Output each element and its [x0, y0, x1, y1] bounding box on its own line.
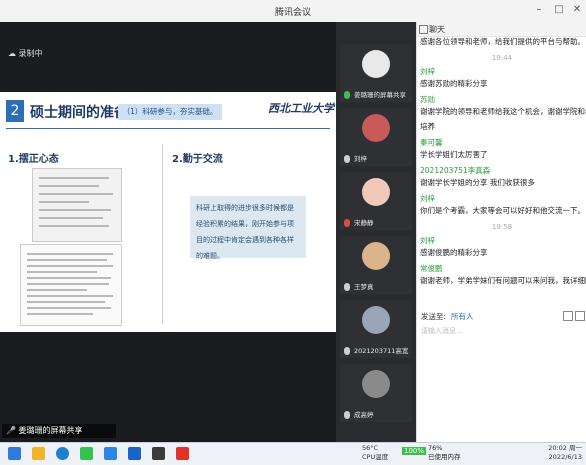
chat-message: 谢谢学院的领导和老师给我这个机会，谢谢学院和老师的: [420, 107, 586, 116]
slide-divider: [6, 128, 330, 129]
participant-tile[interactable]: 刘梓: [340, 108, 412, 166]
mic-icon: [344, 155, 350, 163]
sharing-label-text: 姜璐珊的屏幕共享: [18, 426, 83, 435]
chat-message: 学长学姐们太厉害了: [420, 150, 488, 159]
file-icon[interactable]: [563, 311, 573, 321]
battery-badge: 100%: [402, 447, 427, 455]
system-tray: 56°C CPU温度: [362, 444, 388, 462]
explorer-icon[interactable]: [32, 447, 45, 460]
window-title: 腾讯会议: [274, 8, 311, 18]
more-icon[interactable]: [575, 311, 585, 321]
participant-tile[interactable]: 姜璐珊的屏幕共享: [340, 44, 412, 102]
section-heading-1: 1.摆正心态: [8, 154, 59, 165]
participant-name: 成高婷: [354, 411, 374, 419]
mic-icon: [344, 411, 350, 419]
document-image-1: [32, 168, 122, 242]
participant-name: 2021203711高宽: [354, 347, 409, 355]
slide-tag: （1）科研参与，夯实基础。: [118, 104, 222, 120]
slide-vertical-divider: [162, 144, 163, 324]
app-icon[interactable]: [152, 447, 165, 460]
wechat-icon[interactable]: [80, 447, 93, 460]
maximize-icon[interactable]: □: [552, 4, 566, 16]
avatar: [362, 178, 390, 206]
tencent-meeting-icon[interactable]: [104, 447, 117, 460]
chat-input[interactable]: 请输入消息...: [421, 326, 463, 336]
participant-tile[interactable]: 王梦真: [340, 236, 412, 294]
participant-name: 刘梓: [354, 155, 367, 163]
avatar: [362, 370, 390, 398]
chat-sender: 2021203751李真森: [420, 166, 491, 175]
chat-title: 聊天: [429, 25, 445, 34]
clock-date: 2022/6/13: [548, 453, 582, 461]
chat-message: 感谢俊鹏的精彩分享: [420, 248, 488, 257]
slide-number: 2: [6, 100, 24, 122]
avatar: [362, 50, 390, 78]
mic-off-icon: [344, 219, 350, 227]
document-image-2: [20, 244, 122, 326]
memory-label: 已使用内存: [428, 453, 461, 461]
chat-sender: 秦可馨: [420, 138, 443, 147]
recording-indicator: ☁ 录制中: [8, 48, 43, 59]
cpu-label: CPU温度: [362, 453, 389, 461]
recording-label: 录制中: [18, 49, 43, 58]
windows-start-icon[interactable]: [8, 447, 21, 460]
clock[interactable]: 20:02 周一 2022/6/13: [532, 444, 582, 462]
section-heading-2: 2.勤于交流: [172, 154, 223, 165]
chat-message: 你们是个考霸，大家等会可以好好和他交流一下。: [420, 206, 585, 215]
chat-sender: 刘梓: [420, 236, 435, 245]
slide-title: 硕士期间的准备: [30, 105, 128, 121]
chat-sender: 常俊鹏: [420, 264, 443, 273]
avatar: [362, 306, 390, 334]
recording-icon: ☁: [8, 49, 16, 58]
university-logo: 西北工业大学: [268, 102, 334, 115]
chat-message: 感谢苏勋的精彩分享: [420, 79, 488, 88]
mic-icon: [344, 347, 350, 355]
avatar: [362, 242, 390, 270]
send-to-label: 发送至:: [421, 312, 447, 321]
wps-icon[interactable]: [176, 447, 189, 460]
chat-timestamp: 19:58: [491, 223, 513, 231]
slide-quote-box: 科研上取得的进步很多时候都是经验积累的结果，刚开始参与项目的过程中肯定会遇到各种…: [190, 196, 306, 260]
chat-message: 感谢各位领导和老师，给我们提供的平台与帮助。: [420, 37, 585, 46]
chat-message: 谢谢学长学姐的分享 我们收获很多: [420, 178, 535, 187]
chat-message: 谢谢老师，学弟学妹们有问题可以来问我，我详细回答，: [420, 276, 586, 285]
chat-panel: 聊天 感谢各位领导和老师，给我们提供的平台与帮助。 19:44 刘梓 感谢苏勋的精彩分…: [416, 22, 586, 442]
cpu-temp: 56°C: [362, 444, 379, 452]
close-icon[interactable]: ✕: [570, 4, 584, 16]
chat-sender: 苏勋: [420, 95, 435, 104]
ime-toolbar[interactable]: [486, 418, 582, 436]
send-target-dropdown[interactable]: 所有人: [451, 311, 474, 322]
participant-name: 王梦真: [354, 283, 374, 291]
sharing-label: 🎤 姜璐珊的屏幕共享: [2, 424, 116, 438]
app-icon[interactable]: [128, 447, 141, 460]
mic-icon: 🎤: [6, 426, 16, 435]
chat-timestamp: 19:44: [491, 54, 513, 62]
minimize-icon[interactable]: –: [532, 4, 546, 16]
taskbar: 56°C CPU温度 100% 76% 已使用内存 20:02 周一 2022/…: [0, 442, 586, 465]
avatar: [362, 114, 390, 142]
send-bar: 发送至: 所有人: [417, 308, 586, 324]
chat-icon: [419, 25, 428, 34]
chat-message: 培养: [420, 122, 435, 131]
chat-header: 聊天: [417, 22, 586, 37]
participant-tile[interactable]: 宋静静: [340, 172, 412, 230]
mic-icon: [344, 91, 350, 99]
chat-sender: 刘梓: [420, 67, 435, 76]
participant-tile[interactable]: 成高婷: [340, 364, 412, 422]
clock-time: 20:02 周一: [548, 444, 582, 452]
participants-strip: 姜璐珊的屏幕共享 刘梓 宋静静 王梦真 2021203711高宽 成高婷: [336, 22, 416, 442]
mic-icon: [344, 283, 350, 291]
participant-name: 姜璐珊的屏幕共享: [354, 91, 406, 99]
memory-usage: 76% 已使用内存: [428, 444, 461, 462]
shared-slide: 2 硕士期间的准备 （1）科研参与，夯实基础。 西北工业大学 1.摆正心态 2.…: [0, 92, 336, 332]
title-bar: 腾讯会议 – □ ✕: [0, 0, 586, 23]
edge-icon[interactable]: [56, 447, 69, 460]
chat-messages[interactable]: 感谢各位领导和老师，给我们提供的平台与帮助。 19:44 刘梓 感谢苏勋的精彩分享 苏勋…: [417, 36, 586, 290]
memory-percent: 76%: [428, 444, 443, 452]
chat-sender: 刘梓: [420, 194, 435, 203]
participant-name: 宋静静: [354, 219, 374, 227]
participant-tile[interactable]: 2021203711高宽: [340, 300, 412, 358]
